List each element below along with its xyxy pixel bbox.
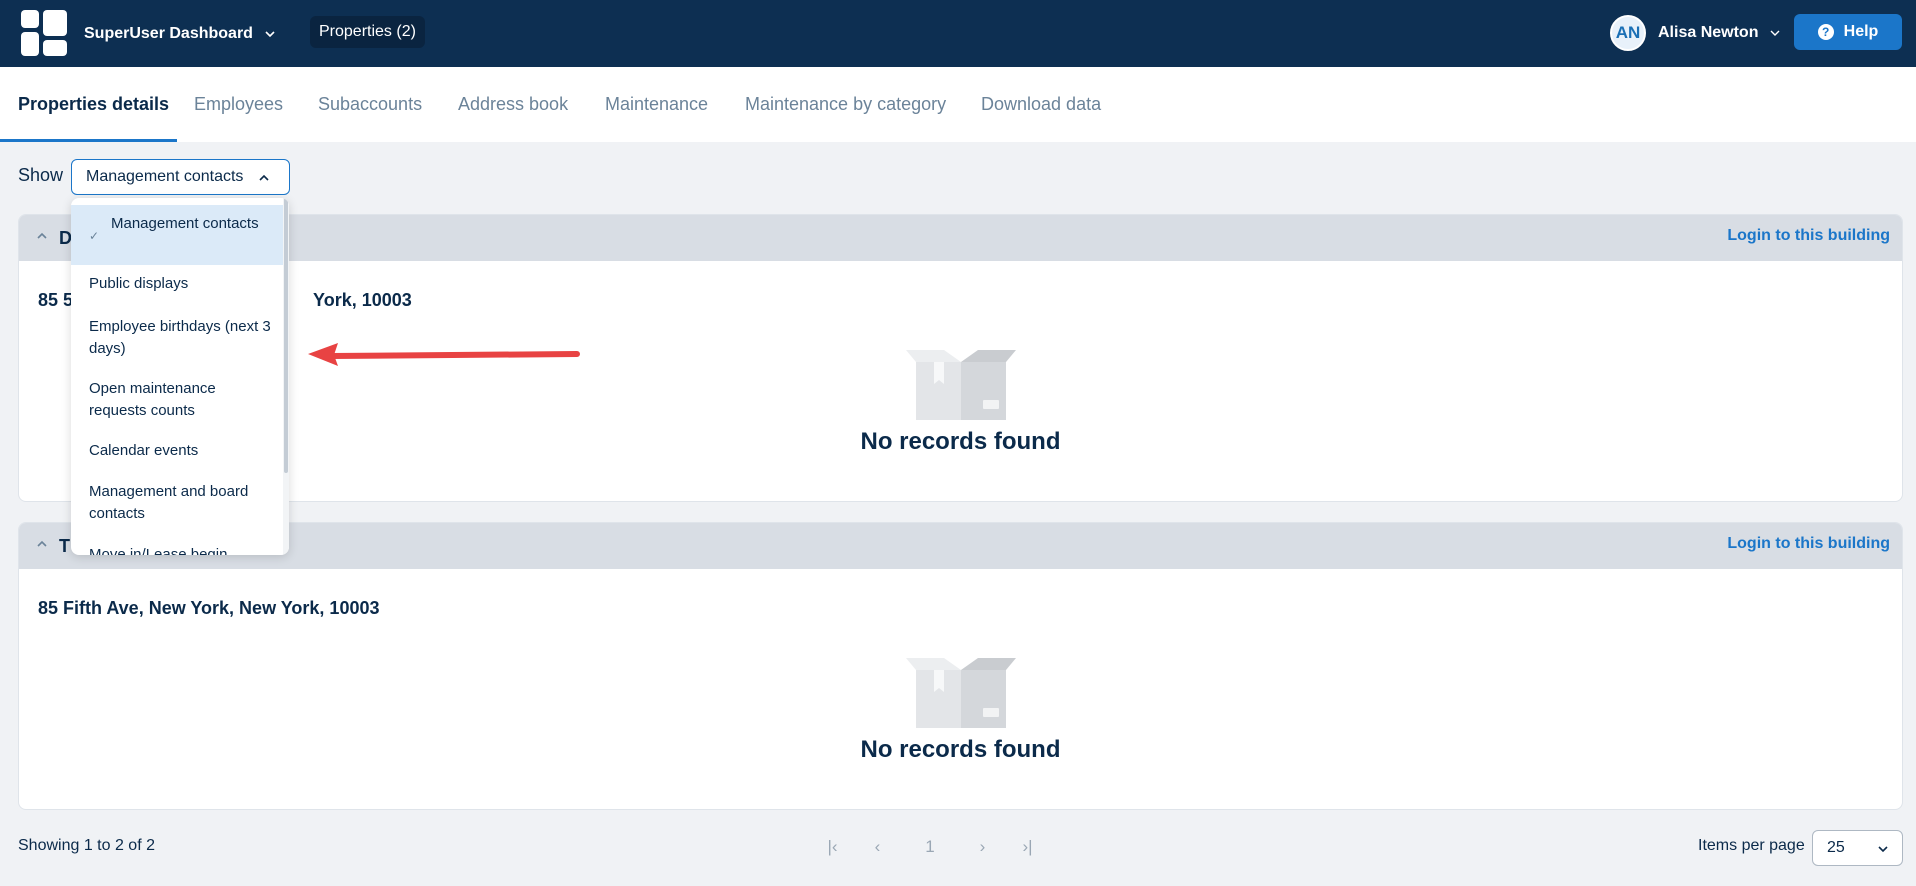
last-page-icon[interactable]: ›| xyxy=(1005,827,1050,867)
first-page-icon[interactable]: |‹ xyxy=(810,827,855,867)
dropdown-scroll-thumb[interactable] xyxy=(284,198,288,473)
building-card-header[interactable]: T Login to this building xyxy=(19,523,1902,569)
dropdown-option-move-in[interactable]: Move in/Lease begin xyxy=(71,544,283,555)
tab-maintenance-by-category[interactable]: Maintenance by category xyxy=(745,67,946,142)
empty-state: No records found xyxy=(19,658,1902,764)
avatar: AN xyxy=(1610,15,1646,51)
items-per-page-value: 25 xyxy=(1827,839,1845,856)
chevron-down-icon xyxy=(265,30,275,37)
dropdown-option-management-board-contacts[interactable]: Management and board contacts xyxy=(71,481,283,525)
top-bar: SuperUser Dashboard Properties (2) AN Al… xyxy=(0,0,1916,67)
tab-address-book[interactable]: Address book xyxy=(458,67,568,142)
tab-employees[interactable]: Employees xyxy=(194,67,283,142)
help-button[interactable]: ? Help xyxy=(1794,14,1902,50)
dropdown-option-open-maintenance-counts[interactable]: Open maintenance requests counts xyxy=(71,378,283,422)
active-tab-indicator xyxy=(0,139,177,142)
building-address-end: York, 10003 xyxy=(313,290,412,310)
building-card: T Login to this building 85 Fifth Ave, N… xyxy=(18,522,1903,810)
tab-bar: Properties details Employees Subaccounts… xyxy=(0,67,1916,142)
items-per-page-select[interactable]: 25 xyxy=(1812,830,1903,866)
chevron-up-icon[interactable] xyxy=(36,230,48,242)
app-name: SuperUser Dashboard xyxy=(84,24,253,42)
no-records-message: No records found xyxy=(860,736,1061,763)
empty-box-icon xyxy=(905,350,1016,420)
help-label: Help xyxy=(1843,23,1879,40)
chevron-up-icon[interactable] xyxy=(36,538,48,550)
option-label: Management contacts xyxy=(111,215,259,232)
app-logo-icon[interactable] xyxy=(21,10,67,56)
user-name: Alisa Newton xyxy=(1658,24,1759,41)
dropdown-scrollbar[interactable] xyxy=(283,198,289,555)
tab-subaccounts[interactable]: Subaccounts xyxy=(318,67,422,142)
login-to-building-link[interactable]: Login to this building xyxy=(1727,227,1890,245)
login-to-building-link[interactable]: Login to this building xyxy=(1727,535,1890,553)
tab-download-data[interactable]: Download data xyxy=(981,67,1101,142)
properties-count-pill[interactable]: Properties (2) xyxy=(310,16,425,48)
dropdown-option-calendar-events[interactable]: Calendar events xyxy=(71,440,283,462)
chevron-up-icon xyxy=(259,174,269,181)
building-title: T xyxy=(59,536,70,556)
chevron-down-icon xyxy=(1770,30,1780,36)
tab-maintenance[interactable]: Maintenance xyxy=(605,67,708,142)
tab-properties-details[interactable]: Properties details xyxy=(18,67,169,142)
building-address-start: 85 5 xyxy=(38,290,74,310)
user-menu[interactable]: AN Alisa Newton xyxy=(1610,13,1780,53)
show-label: Show xyxy=(18,165,64,185)
app-switcher[interactable]: SuperUser Dashboard xyxy=(84,0,275,67)
building-address: 85 Fifth Ave, New York, New York, 10003 xyxy=(38,598,380,618)
no-records-message: No records found xyxy=(860,428,1061,455)
prev-page-icon[interactable]: ‹ xyxy=(855,827,900,867)
chevron-down-icon xyxy=(1878,846,1888,853)
dropdown-option-public-displays[interactable]: Public displays xyxy=(71,273,283,295)
page-number[interactable]: 1 xyxy=(900,827,960,867)
check-icon: ✓ xyxy=(89,229,100,243)
items-per-page-label: Items per page xyxy=(1698,837,1805,854)
empty-box-icon xyxy=(905,658,1016,728)
show-dropdown-menu: ✓ Management contacts Public displays Em… xyxy=(71,198,289,555)
pagination: |‹ ‹ 1 › ›| xyxy=(810,827,1050,867)
question-icon: ? xyxy=(1817,24,1834,40)
dropdown-option-employee-birthdays[interactable]: Employee birthdays (next 3 days) xyxy=(71,316,283,360)
annotation-arrow-icon xyxy=(308,343,580,366)
building-card-header[interactable]: D Login to this building xyxy=(19,215,1902,261)
results-summary: Showing 1 to 2 of 2 xyxy=(18,837,155,854)
show-select-value: Management contacts xyxy=(86,168,244,185)
next-page-icon[interactable]: › xyxy=(960,827,1005,867)
show-select[interactable]: Management contacts xyxy=(71,159,290,195)
dropdown-option-management-contacts[interactable]: ✓ Management contacts xyxy=(71,205,283,265)
